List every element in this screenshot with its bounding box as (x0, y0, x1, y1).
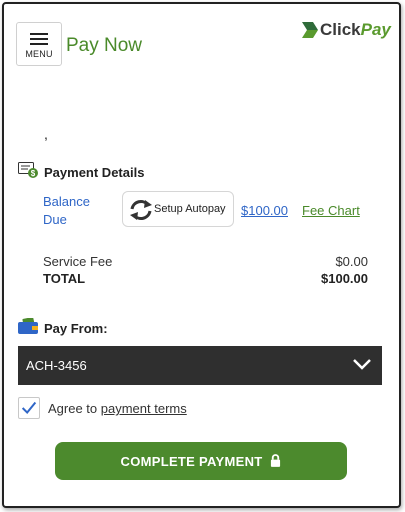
balance-label-line2: Due (43, 212, 67, 227)
menu-label: MENU (25, 49, 53, 59)
logo-text-pay: Pay (360, 20, 391, 39)
pay-from-select[interactable]: ACH-3456 (18, 346, 382, 385)
page-title: Pay Now (66, 35, 143, 56)
lock-icon (271, 454, 281, 467)
payment-details-heading: Payment Details (44, 165, 145, 180)
pay-from-heading: Pay From: (44, 321, 108, 336)
checkmark-icon (21, 401, 37, 415)
complete-payment-label: COMPLETE PAYMENT (120, 454, 263, 469)
clickpay-logo-icon (302, 22, 318, 38)
fee-chart-link[interactable]: Fee Chart (302, 203, 360, 218)
balance-label-line1: Balance (43, 194, 90, 209)
placeholder-mark: , (44, 126, 48, 142)
logo-text-click: Click (320, 20, 361, 39)
wallet-icon (18, 318, 38, 334)
payment-terms-link[interactable]: payment terms (101, 401, 187, 416)
menu-button[interactable]: MENU (16, 22, 62, 66)
balance-amount-link[interactable]: $100.00 (241, 203, 288, 218)
setup-autopay-label: Setup Autopay (154, 203, 226, 215)
agree-prefix: Agree to (48, 401, 101, 416)
service-fee-label: Service Fee (43, 254, 113, 269)
total-label: TOTAL (43, 271, 86, 286)
balance-due-label: Balance Due (43, 193, 90, 229)
bill-icon: $ (18, 162, 38, 178)
setup-autopay-button[interactable]: Setup Autopay (122, 191, 234, 227)
svg-text:$: $ (31, 169, 36, 178)
autopay-refresh-icon (130, 200, 152, 220)
selected-account: ACH-3456 (26, 358, 87, 373)
service-fee-value: $0.00 (335, 254, 368, 269)
agree-text: Agree to payment terms (48, 401, 187, 416)
complete-payment-button[interactable]: COMPLETE PAYMENT (55, 442, 347, 480)
hamburger-icon (30, 33, 48, 45)
agree-checkbox[interactable] (18, 397, 40, 419)
chevron-down-icon (353, 359, 371, 370)
total-value: $100.00 (321, 271, 368, 286)
